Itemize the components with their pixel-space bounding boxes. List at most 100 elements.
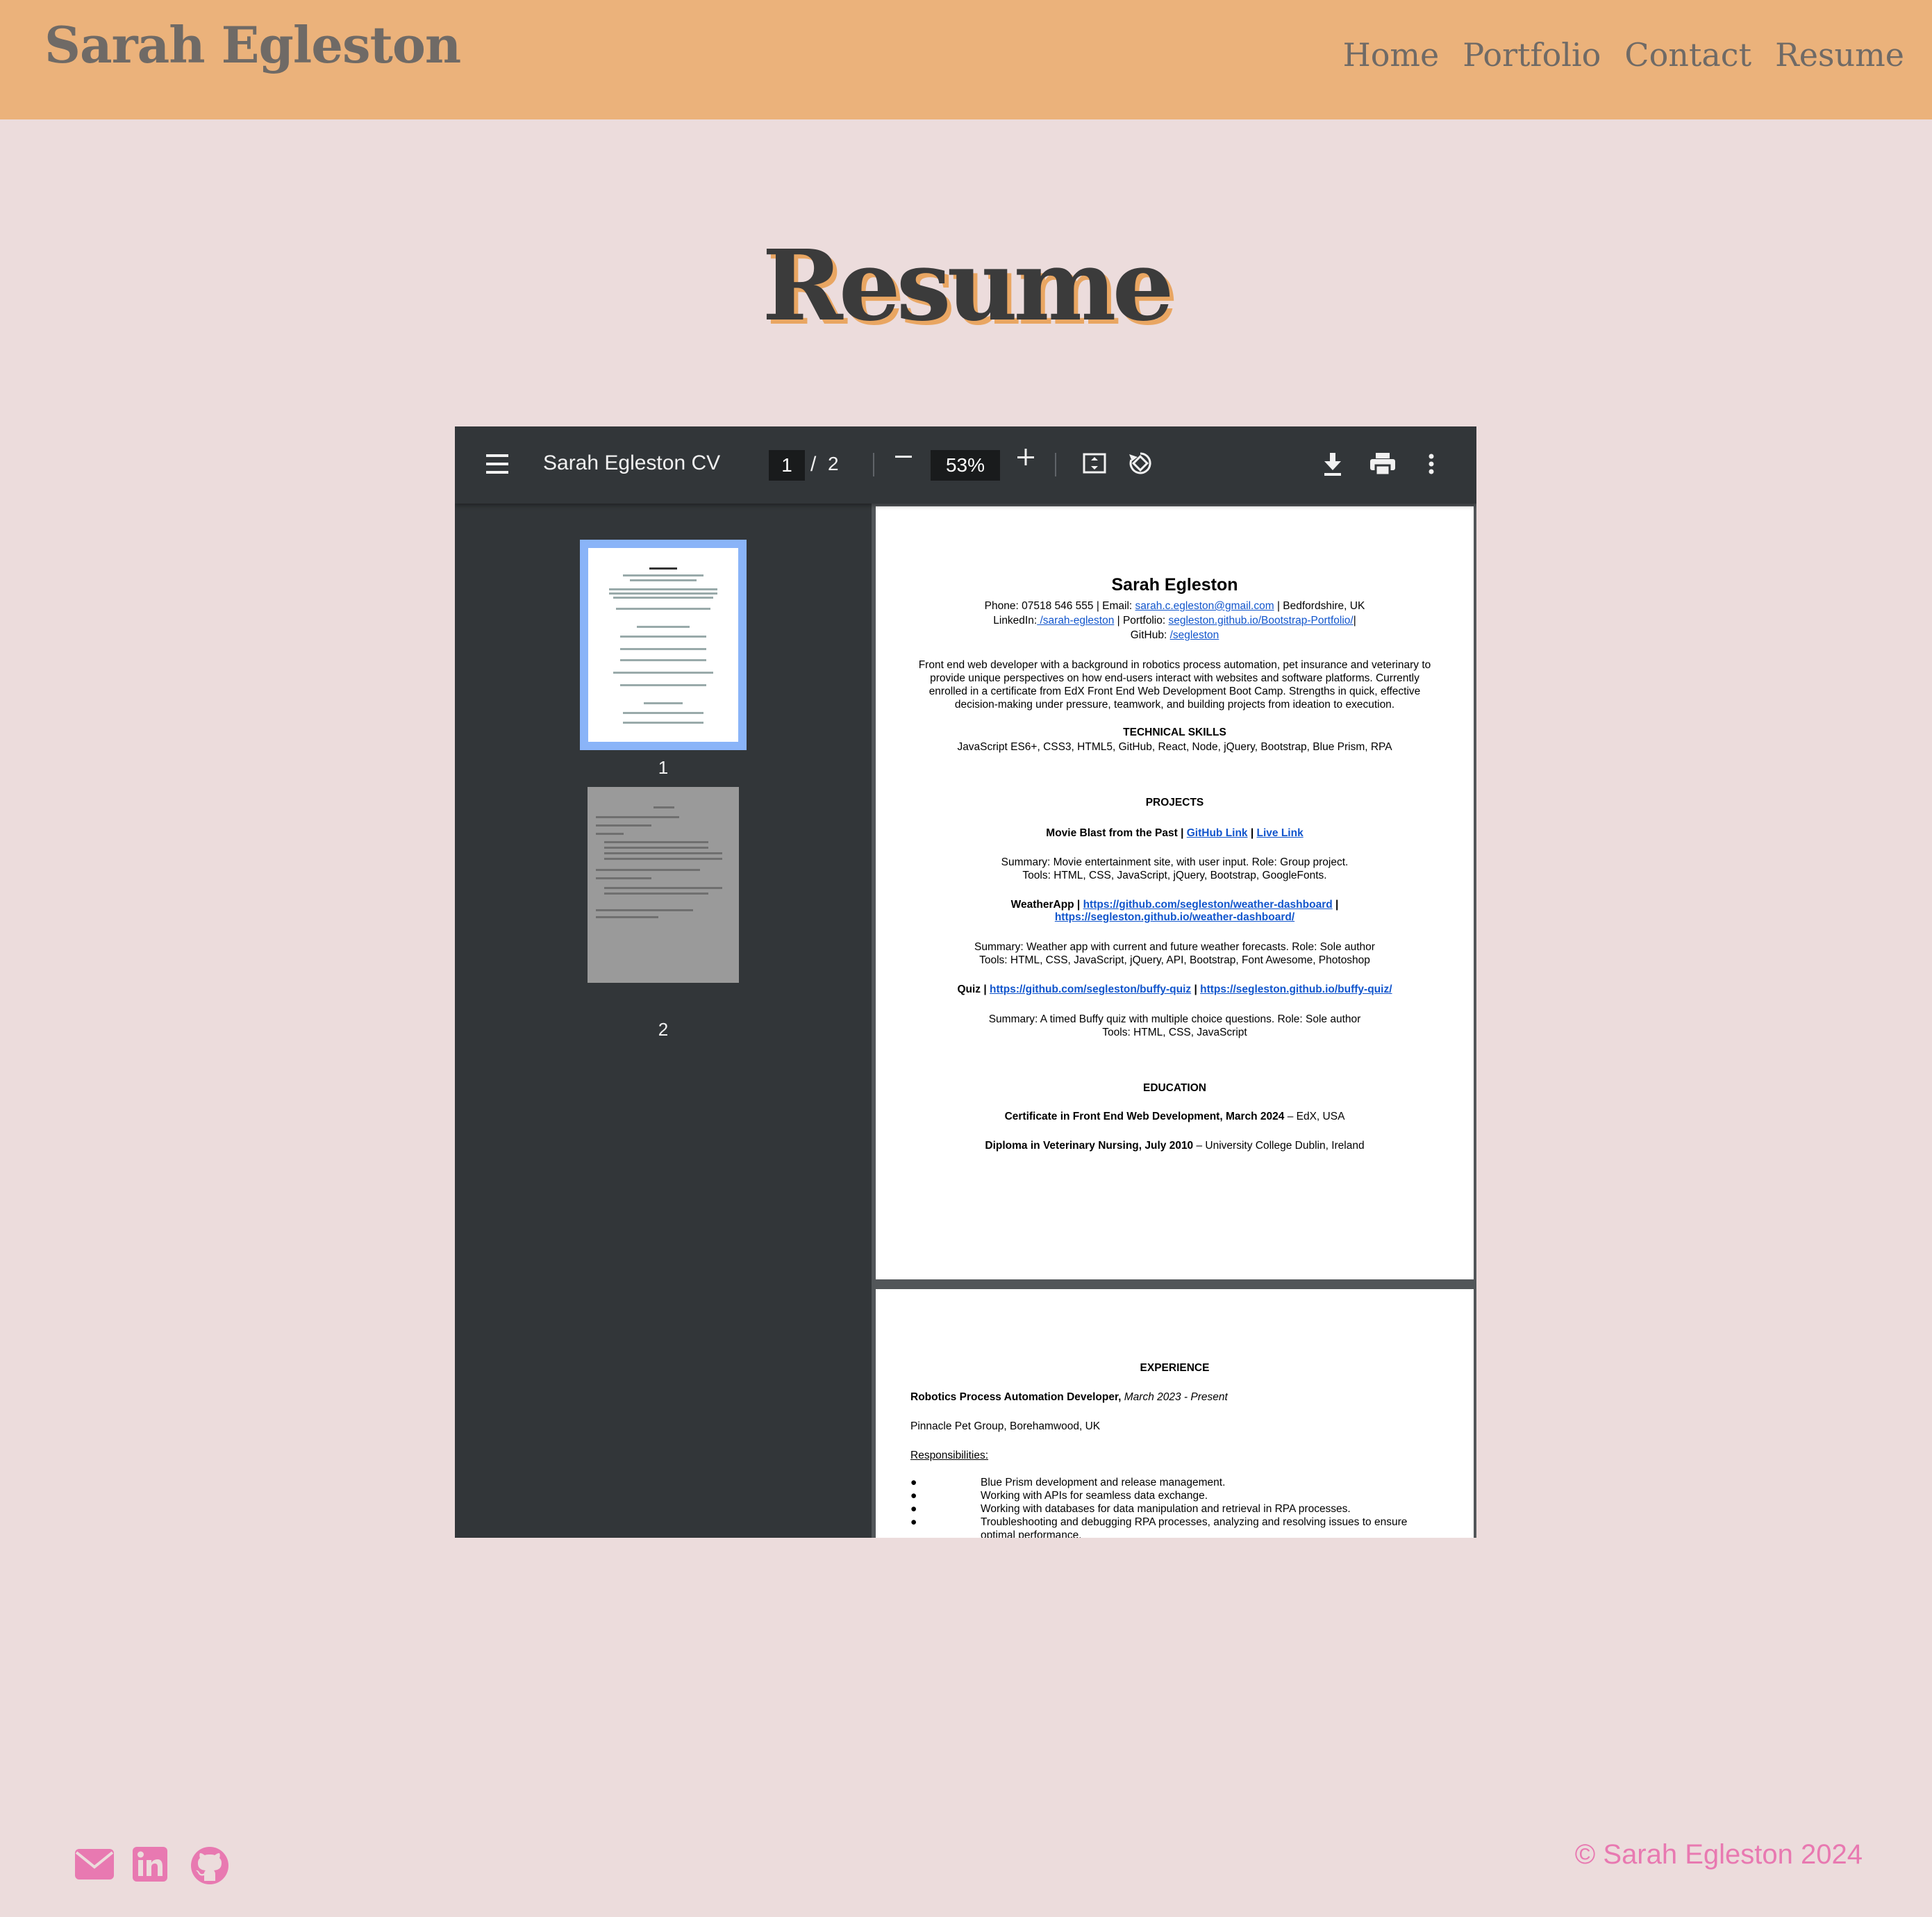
print-icon[interactable] [1369,451,1397,476]
responsibilities-label: Responsibilities: [910,1450,988,1461]
projects-heading: PROJECTS [1145,797,1204,808]
thumb-line [630,579,697,581]
site-brand[interactable]: Sarah Egleston [44,15,461,74]
thumb-line [644,702,683,704]
project-1-summary: Summary: Movie entertainment site, with … [1001,856,1349,868]
zoom-out-button[interactable] [894,443,913,479]
github-icon[interactable] [190,1846,232,1884]
fit-to-page-icon[interactable] [1083,451,1106,475]
thumb-line [604,893,708,895]
thumb-line [620,684,706,686]
pdf-page-2: EXPERIENCE Robotics Process Automation D… [876,1289,1474,1538]
thumbnail-sidebar: 1 2 [455,504,872,1538]
thumb-line [596,877,651,879]
education-heading: EDUCATION [1143,1082,1206,1094]
project-3-github-link[interactable]: https://github.com/segleston/buffy-quiz [990,984,1191,995]
thumb-line [620,648,706,650]
thumb-line [604,887,722,889]
social-links [74,1846,232,1884]
linkedin-icon[interactable] [132,1846,174,1882]
nav-home-link[interactable]: Home [1343,36,1440,74]
zoom-in-button[interactable] [1016,442,1035,480]
minus-icon [895,456,912,458]
thumb-line [623,722,703,724]
page-thumbnail-2[interactable] [588,787,739,983]
pdf-document-title: Sarah Egleston CV [543,451,721,474]
page-thumbnail-1[interactable] [580,540,747,750]
thumb-line [604,841,708,843]
project-2-live-link[interactable]: https://segleston.github.io/weather-dash… [1055,911,1294,923]
rotate-icon[interactable] [1127,450,1154,476]
cv-contact-line: Phone: 07518 546 555 | Email: sarah.c.eg… [984,600,1365,612]
page-separator: / [810,453,817,476]
project-3-tools: Tools: HTML, CSS, JavaScript [1102,1027,1247,1038]
thumbnail-label-2: 2 [658,1019,669,1040]
plus-icon [1017,449,1034,465]
nav-portfolio-link[interactable]: Portfolio [1463,36,1601,74]
thumb-line [596,816,679,818]
thumb-line [604,852,722,854]
nav-contact-link[interactable]: Contact [1624,36,1751,74]
pdf-viewer[interactable]: Sarah Egleston CV 1 / 2 53% 1 2 Sarah Eg… [455,426,1476,1538]
site-header: Sarah Egleston Home Portfolio Contact Re… [0,0,1932,119]
pdf-page-1: Sarah Egleston Phone: 07518 546 555 | Em… [876,506,1474,1279]
project-2-live: https://segleston.github.io/weather-dash… [876,911,1474,924]
thumb-line [596,824,651,827]
cv-summary-line: enrolled in a certificate from EdX Front… [928,686,1421,697]
thumb-line [637,626,690,628]
skills-list: JavaScript ES6+, CSS3, HTML5, GitHub, Re… [957,741,1392,753]
job-company: Pinnacle Pet Group, Borehamwood, UK [910,1420,1101,1432]
thumb-line [623,574,703,576]
page-total: 2 [828,453,839,474]
hamburger-menu-icon[interactable] [486,454,508,474]
thumb-line [613,672,713,674]
thumb-line [653,806,674,808]
thumb-line [596,909,693,911]
thumb-line [620,636,706,638]
thumb-line [604,858,722,860]
project-1-title: Movie Blast from the Past | GitHub Link … [1046,827,1304,839]
nav-resume-link[interactable]: Resume [1775,36,1904,74]
main-nav: Home Portfolio Contact Resume [1343,36,1904,74]
project-1-live-link[interactable]: Live Link [1257,827,1304,839]
portfolio-link[interactable]: segleston.github.io/Bootstrap-Portfolio/ [1168,615,1353,626]
github-link[interactable]: /segleston [1170,629,1219,641]
thumbnail-page [588,548,738,742]
envelope-icon[interactable] [74,1846,115,1882]
thumb-line [596,916,658,918]
cv-github-line: GitHub: /segleston [1130,629,1219,641]
thumb-line [649,567,677,570]
page-title: Resume [762,229,1174,343]
project-3-summary: Summary: A timed Buffy quiz with multipl… [988,1013,1361,1025]
toolbar-divider [1055,453,1056,476]
thumbnail-label-1: 1 [658,757,669,778]
download-icon[interactable] [1322,451,1344,476]
more-options-icon[interactable] [1427,451,1435,476]
thumb-line [613,597,713,599]
project-2-tools: Tools: HTML, CSS, JavaScript, jQuery, AP… [979,954,1370,966]
pdf-pages-area[interactable]: Sarah Egleston Phone: 07518 546 555 | Em… [872,504,1476,1538]
thumb-line [623,712,703,714]
project-3-title: Quiz | https://github.com/segleston/buff… [957,984,1392,995]
thumb-line [596,833,624,835]
project-1-tools: Tools: HTML, CSS, JavaScript, jQuery, Bo… [1022,870,1327,881]
project-1-github-link[interactable]: GitHub Link [1187,827,1248,839]
project-2-github-link[interactable]: https://github.com/segleston/weather-das… [1083,899,1333,911]
email-link[interactable]: sarah.c.egleston@gmail.com [1135,600,1274,612]
thumb-line [616,608,710,610]
cv-name: Sarah Egleston [1111,575,1238,595]
experience-heading: EXPERIENCE [1140,1362,1210,1374]
thumb-line [609,588,717,590]
cv-links-line: LinkedIn: /sarah-egleston | Portfolio: s… [993,615,1356,626]
pdf-toolbar: Sarah Egleston CV 1 / 2 53% [455,426,1476,504]
thumb-line [604,847,708,849]
linkedin-link[interactable]: /sarah-egleston [1037,615,1114,626]
zoom-level-input[interactable]: 53% [931,450,1000,481]
project-2-title: WeatherApp | https://github.com/seglesto… [1010,899,1339,911]
thumb-line [596,869,700,871]
project-3-live-link[interactable]: https://segleston.github.io/buffy-quiz/ [1200,984,1392,995]
education-item-2: Diploma in Veterinary Nursing, July 2010… [985,1140,1365,1152]
cv-summary-line: decision-making under pressure, teamwork… [954,699,1395,711]
project-2-summary: Summary: Weather app with current and fu… [974,941,1375,953]
page-number-input[interactable]: 1 [769,450,805,481]
